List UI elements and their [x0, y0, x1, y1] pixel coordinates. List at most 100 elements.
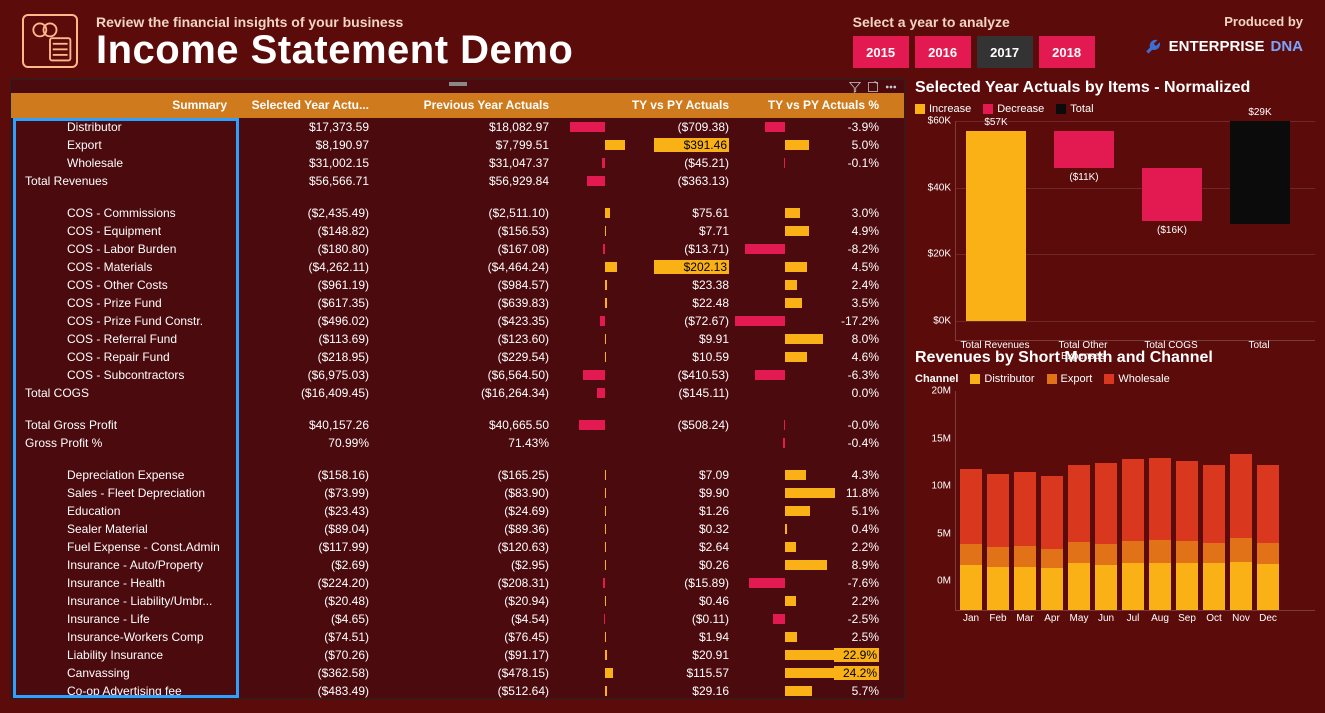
table-row[interactable]: COS - Commissions($2,435.49)($2,511.10)$…: [11, 204, 904, 222]
row-label: Total Gross Profit: [11, 418, 235, 432]
stacked-column[interactable]: May: [1068, 465, 1090, 610]
focus-mode-icon[interactable]: [866, 81, 880, 93]
stacked-column[interactable]: Oct: [1203, 465, 1225, 610]
row-pct-value: 22.9%: [735, 648, 885, 662]
stacked-segment: [1068, 563, 1090, 610]
col-pct[interactable]: TY vs PY Actuals %: [735, 98, 885, 112]
y-tick: 15M: [932, 433, 951, 444]
income-statement-table[interactable]: Summary Selected Year Actu... Previous Y…: [10, 79, 905, 699]
waterfall-bar[interactable]: [1142, 168, 1202, 221]
row-pct-value: 11.8%: [735, 486, 885, 500]
row-previous-value: ($89.36): [375, 522, 555, 536]
stacked-column[interactable]: Apr: [1041, 476, 1063, 610]
stacked-column[interactable]: Sep: [1176, 461, 1198, 610]
table-row[interactable]: COS - Subcontractors($6,975.03)($6,564.5…: [11, 366, 904, 384]
stacked-column[interactable]: Aug: [1149, 458, 1171, 610]
table-row[interactable]: Co-op Advertising fee($483.49)($512.64)$…: [11, 682, 904, 698]
row-selected-value: ($496.02): [235, 314, 375, 328]
stacked-column[interactable]: Dec: [1257, 465, 1279, 610]
table-row[interactable]: COS - Referral Fund($113.69)($123.60)$9.…: [11, 330, 904, 348]
row-pct-value: 3.5%: [735, 296, 885, 310]
year-button-2017[interactable]: 2017: [977, 36, 1033, 68]
col-selected[interactable]: Selected Year Actu...: [235, 98, 375, 112]
table-row[interactable]: COS - Prize Fund($617.35)($639.83)$22.48…: [11, 294, 904, 312]
table-row[interactable]: Insurance - Auto/Property($2.69)($2.95)$…: [11, 556, 904, 574]
year-button-2015[interactable]: 2015: [853, 36, 909, 68]
table-row[interactable]: Liability Insurance($70.26)($91.17)$20.9…: [11, 646, 904, 664]
year-button-2016[interactable]: 2016: [915, 36, 971, 68]
table-row[interactable]: Insurance - Life($4.65)($4.54)($0.11)-2.…: [11, 610, 904, 628]
produced-by-label: Produced by: [1224, 14, 1303, 29]
table-row[interactable]: COS - Materials($4,262.11)($4,464.24)$20…: [11, 258, 904, 276]
table-row[interactable]: Education($23.43)($24.69)$1.265.1%: [11, 502, 904, 520]
table-row[interactable]: Gross Profit %70.99%71.43%-0.4%: [11, 434, 904, 452]
row-selected-value: ($158.16): [235, 468, 375, 482]
table-row[interactable]: Insurance - Health($224.20)($208.31)($15…: [11, 574, 904, 592]
table-row[interactable]: Total Revenues$56,566.71$56,929.84($363.…: [11, 172, 904, 190]
table-row[interactable]: COS - Prize Fund Constr.($496.02)($423.3…: [11, 312, 904, 330]
row-diff-value: $2.64: [555, 540, 735, 554]
row-previous-value: ($4,464.24): [375, 260, 555, 274]
stacked-bar-chart[interactable]: Revenues by Short Month and Channel Chan…: [915, 349, 1315, 611]
table-row[interactable]: COS - Labor Burden($180.80)($167.08)($13…: [11, 240, 904, 258]
col-previous[interactable]: Previous Year Actuals: [375, 98, 555, 112]
stacked-column[interactable]: Jul: [1122, 459, 1144, 610]
drag-handle-icon[interactable]: [449, 82, 467, 86]
row-pct-value: -17.2%: [735, 314, 885, 328]
stacked-column[interactable]: Mar: [1014, 472, 1036, 610]
row-label: Canvassing: [11, 666, 235, 680]
row-previous-value: ($76.45): [375, 630, 555, 644]
more-options-icon[interactable]: [884, 81, 898, 93]
stacked-column[interactable]: Jun: [1095, 463, 1117, 610]
waterfall-bar[interactable]: [1054, 131, 1114, 168]
row-selected-value: ($362.58): [235, 666, 375, 680]
waterfall-value-label: ($11K): [1054, 172, 1114, 183]
table-row[interactable]: Wholesale$31,002.15$31,047.37($45.21)-0.…: [11, 154, 904, 172]
table-row[interactable]: COS - Repair Fund($218.95)($229.54)$10.5…: [11, 348, 904, 366]
filter-icon[interactable]: [848, 81, 862, 93]
table-row[interactable]: Distributor$17,373.59$18,082.97($709.38)…: [11, 118, 904, 136]
waterfall-chart[interactable]: Selected Year Actuals by Items - Normali…: [915, 79, 1315, 341]
stacked-segment: [960, 544, 982, 565]
table-row[interactable]: Insurance-Workers Comp($74.51)($76.45)$1…: [11, 628, 904, 646]
row-diff-value: ($13.71): [555, 242, 735, 256]
row-previous-value: ($156.53): [375, 224, 555, 238]
row-diff-value: $22.48: [555, 296, 735, 310]
waterfall-bar[interactable]: [1230, 121, 1290, 224]
table-row[interactable]: Fuel Expense - Const.Admin($117.99)($120…: [11, 538, 904, 556]
stacked-segment: [1230, 538, 1252, 562]
row-diff-value: [555, 436, 735, 450]
table-row[interactable]: COS - Equipment($148.82)($156.53)$7.714.…: [11, 222, 904, 240]
table-header-row: Summary Selected Year Actu... Previous Y…: [11, 93, 904, 117]
table-row[interactable]: Sealer Material($89.04)($89.36)$0.320.4%: [11, 520, 904, 538]
col-diff[interactable]: TY vs PY Actuals: [555, 98, 735, 112]
table-row[interactable]: Depreciation Expense($158.16)($165.25)$7…: [11, 466, 904, 484]
year-button-2018[interactable]: 2018: [1039, 36, 1095, 68]
row-selected-value: ($117.99): [235, 540, 375, 554]
col-summary[interactable]: Summary: [11, 98, 235, 112]
waterfall-bar[interactable]: [966, 131, 1026, 321]
row-selected-value: ($617.35): [235, 296, 375, 310]
table-row[interactable]: Total COGS($16,409.45)($16,264.34)($145.…: [11, 384, 904, 402]
stacked-column[interactable]: Nov: [1230, 454, 1252, 610]
stacked-segment: [1257, 465, 1279, 543]
table-row[interactable]: Canvassing($362.58)($478.15)$115.5724.2%: [11, 664, 904, 682]
wrench-icon: [1143, 37, 1163, 55]
row-diff-value: ($0.11): [555, 612, 735, 626]
row-pct-value: 5.0%: [735, 138, 885, 152]
table-row[interactable]: Sales - Fleet Depreciation($73.99)($83.9…: [11, 484, 904, 502]
stacked-column[interactable]: Jan: [960, 469, 982, 610]
stacked-segment: [1230, 562, 1252, 610]
month-label: Apr: [1044, 613, 1060, 624]
table-row[interactable]: Export$8,190.97$7,799.51$391.465.0%: [11, 136, 904, 154]
row-previous-value: ($984.57): [375, 278, 555, 292]
year-select-label: Select a year to analyze: [853, 14, 1010, 30]
row-diff-value: $1.26: [555, 504, 735, 518]
table-row[interactable]: Total Gross Profit$40,157.26$40,665.50($…: [11, 416, 904, 434]
table-row[interactable]: Insurance - Liability/Umbr...($20.48)($2…: [11, 592, 904, 610]
row-pct-value: 5.7%: [735, 684, 885, 698]
stacked-column[interactable]: Feb: [987, 474, 1009, 610]
table-row[interactable]: COS - Other Costs($961.19)($984.57)$23.3…: [11, 276, 904, 294]
row-previous-value: 71.43%: [375, 436, 555, 450]
stacked-segment: [1122, 541, 1144, 564]
